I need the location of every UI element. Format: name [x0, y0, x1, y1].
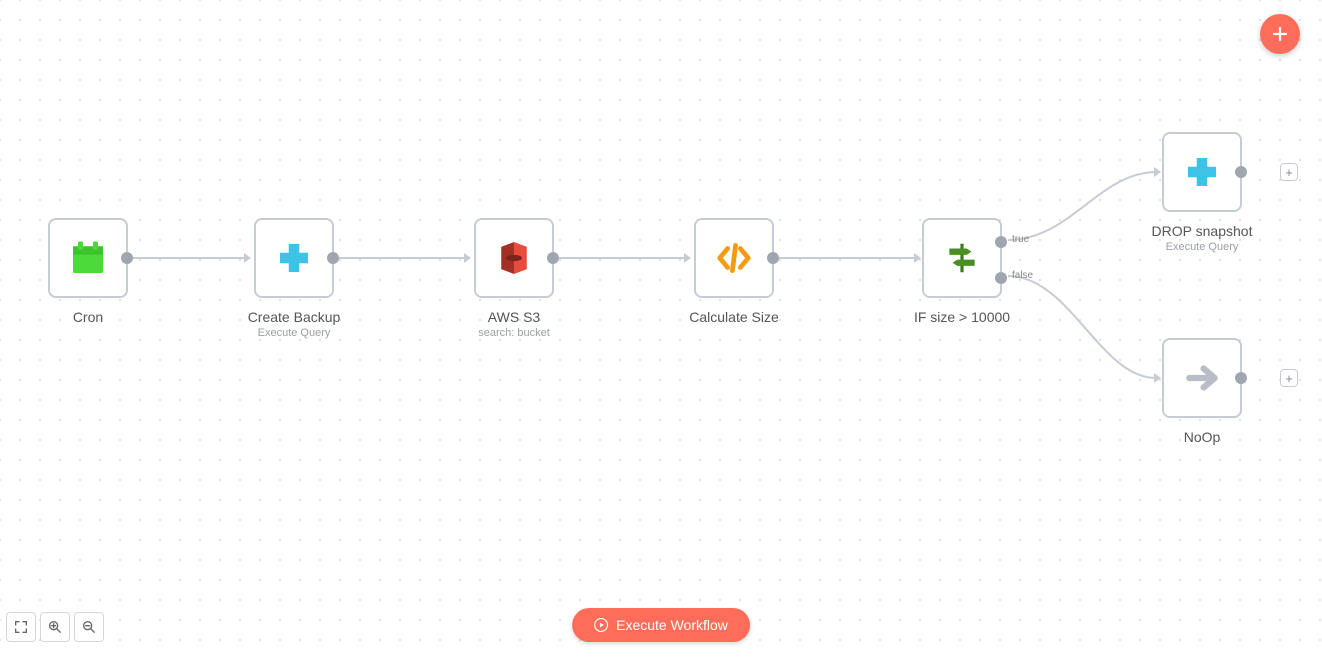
node-label: AWS S3 search: bucket: [478, 308, 550, 340]
edge-cron-backup: [131, 257, 244, 259]
node-label: DROP snapshot Execute Query: [1152, 222, 1253, 254]
node-label: Cron: [73, 308, 103, 326]
edge-arrow: [464, 253, 471, 263]
add-output-button[interactable]: +: [1280, 163, 1298, 181]
node-cron[interactable]: Cron: [48, 218, 128, 298]
workflow-canvas[interactable]: [0, 0, 1322, 658]
fullscreen-icon: [13, 619, 29, 635]
zoom-out-button[interactable]: [74, 612, 104, 642]
plus-shape-icon: [273, 237, 315, 279]
branch-label-true: true: [1012, 234, 1029, 245]
output-port-true[interactable]: [995, 236, 1007, 248]
edge-calc-if: [777, 257, 914, 259]
node-calculate-size[interactable]: Calculate Size: [694, 218, 774, 298]
output-port[interactable]: [1235, 166, 1247, 178]
view-toolbar: [6, 612, 104, 642]
edge-arrow: [684, 253, 691, 263]
zoom-out-icon: [81, 619, 97, 635]
calendar-icon: [68, 238, 108, 278]
plus-icon: [1271, 25, 1289, 43]
node-label: Create Backup Execute Query: [248, 308, 341, 340]
node-label: NoOp: [1184, 428, 1221, 446]
output-port[interactable]: [327, 252, 339, 264]
branch-label-false: false: [1012, 270, 1033, 281]
arrow-right-icon: [1183, 359, 1221, 397]
add-node-button[interactable]: [1260, 14, 1300, 54]
output-port[interactable]: [121, 252, 133, 264]
plus-shape-icon: [1181, 151, 1223, 193]
aws-s3-icon: [495, 239, 533, 277]
output-port[interactable]: [547, 252, 559, 264]
edge-backup-s3: [337, 257, 464, 259]
fit-view-button[interactable]: [6, 612, 36, 642]
output-port[interactable]: [1235, 372, 1247, 384]
node-drop-snapshot[interactable]: DROP snapshot Execute Query: [1162, 132, 1242, 212]
edge-s3-calc: [557, 257, 684, 259]
edge-arrow: [1154, 167, 1161, 177]
edge-arrow: [244, 253, 251, 263]
edge-arrow: [1154, 373, 1161, 383]
node-noop[interactable]: NoOp: [1162, 338, 1242, 418]
node-create-backup[interactable]: Create Backup Execute Query: [254, 218, 334, 298]
add-output-button[interactable]: +: [1280, 369, 1298, 387]
node-label: IF size > 10000: [914, 308, 1010, 326]
node-label: Calculate Size: [689, 308, 779, 326]
zoom-in-button[interactable]: [40, 612, 70, 642]
output-port[interactable]: [767, 252, 779, 264]
execute-label: Execute Workflow: [616, 617, 728, 633]
output-port-false[interactable]: [995, 272, 1007, 284]
node-if[interactable]: true false IF size > 10000: [922, 218, 1002, 298]
play-circle-icon: [594, 618, 608, 632]
zoom-in-icon: [47, 619, 63, 635]
execute-workflow-button[interactable]: Execute Workflow: [572, 608, 750, 642]
code-icon: [715, 239, 753, 277]
node-aws-s3[interactable]: AWS S3 search: bucket: [474, 218, 554, 298]
signpost-icon: [943, 239, 981, 277]
edge-arrow: [914, 253, 921, 263]
